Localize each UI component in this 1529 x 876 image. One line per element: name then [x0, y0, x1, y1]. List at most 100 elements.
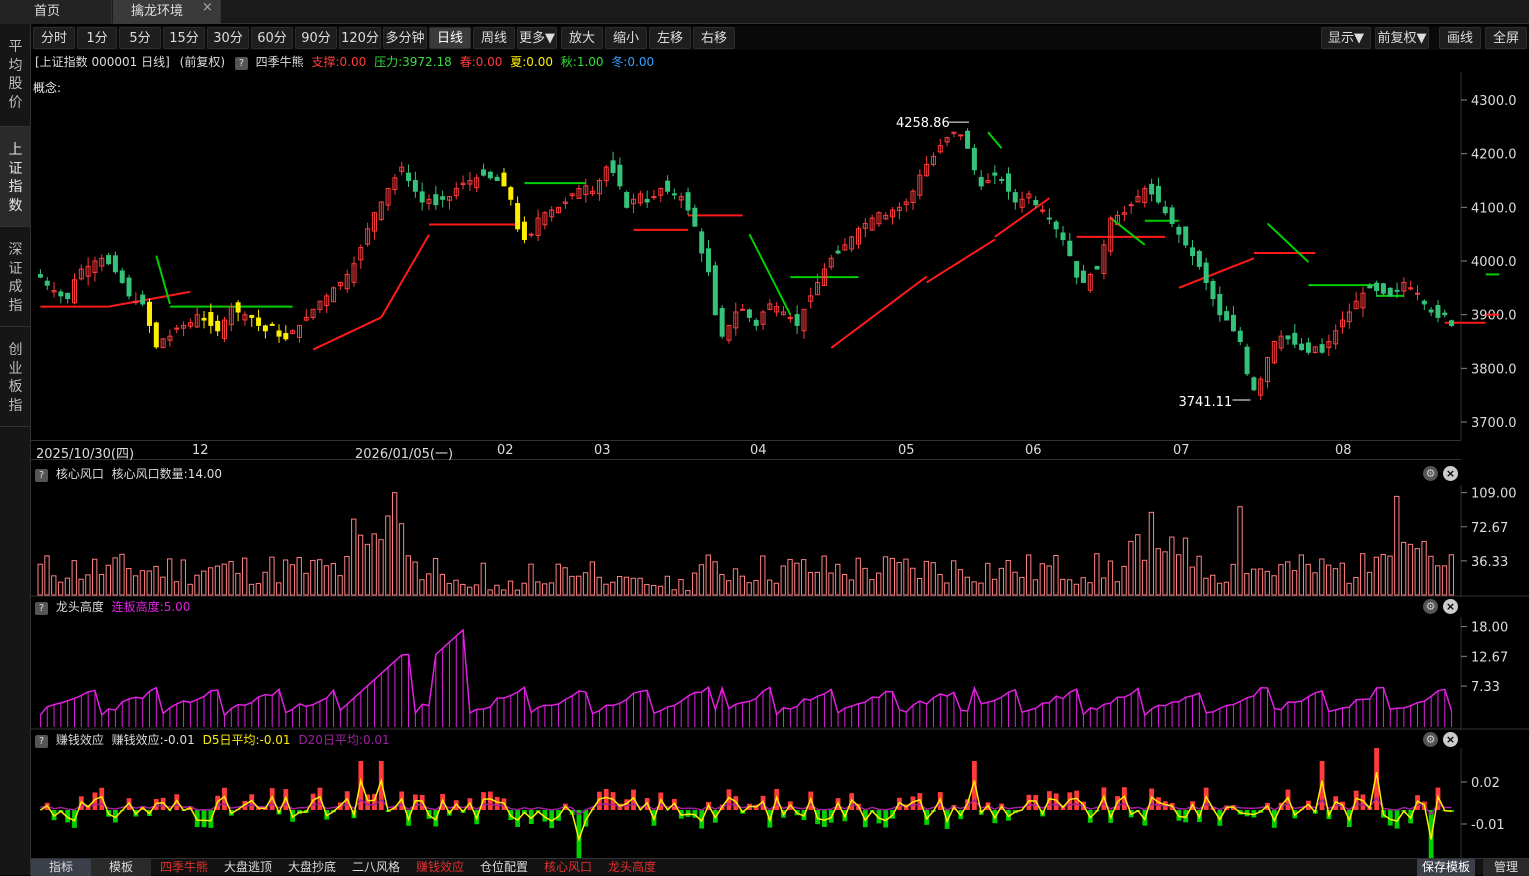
bottom-tab-indicator[interactable]: 指标	[31, 859, 91, 876]
core-wind-bar	[617, 576, 621, 595]
save-template-button[interactable]: 保存模板	[1417, 859, 1475, 876]
date-axis: 2025/10/30(四) 12 2026/01/05(一) 02 03 04 …	[31, 440, 1461, 460]
close-icon[interactable]: ×	[1443, 599, 1458, 614]
core-wind-bar	[38, 564, 42, 595]
candle-body	[1156, 186, 1160, 202]
manage-button[interactable]: 管理	[1483, 859, 1529, 876]
core-wind-bar	[1176, 555, 1180, 595]
sidebar-item-shenzhen[interactable]: 深证成指	[0, 227, 31, 327]
sidebar-item-avg-price[interactable]: 平均股价	[0, 24, 31, 127]
close-icon[interactable]: ×	[1443, 466, 1458, 481]
core-wind-bar	[583, 573, 587, 595]
help-icon[interactable]: ?	[35, 602, 48, 615]
core-wind-bar	[802, 560, 806, 595]
fullscreen-button[interactable]: 全屏	[1485, 27, 1527, 49]
money-effect-bar	[495, 797, 500, 810]
period-120min-button[interactable]: 120分	[339, 27, 381, 49]
core-wind-bar	[181, 560, 185, 595]
close-icon[interactable]: ×	[1443, 732, 1458, 747]
core-wind-bar	[1381, 554, 1385, 595]
period-weekly-button[interactable]: 周线	[473, 27, 515, 49]
display-dropdown[interactable]: 显示▼	[1321, 27, 1371, 49]
axis-tick-label: 4300.0	[1471, 94, 1517, 109]
gear-icon[interactable]: ⚙	[1423, 599, 1438, 614]
core-wind-bar	[1047, 566, 1051, 595]
core-wind-bar	[1040, 564, 1044, 595]
core-wind-bar	[1347, 583, 1351, 595]
bottom-tab-template[interactable]: 模板	[91, 859, 151, 876]
date-label: 02	[497, 443, 514, 458]
money-effect-chart[interactable]: 0.050.02-0.01	[31, 748, 1529, 858]
core-wind-bar	[45, 556, 49, 595]
candle-body	[1068, 241, 1072, 255]
draw-line-button[interactable]: 画线	[1439, 27, 1481, 49]
core-wind-bar	[86, 575, 90, 595]
core-wind-chart[interactable]: 109.0072.6736.33	[31, 485, 1529, 597]
help-icon[interactable]: ?	[35, 469, 48, 482]
core-wind-bar	[1136, 535, 1140, 595]
date-label: 2026/01/05(一)	[355, 443, 453, 462]
bottom-tab-four-seasons[interactable]: 四季牛熊	[153, 859, 215, 876]
axis-tick-label: 7.33	[1471, 680, 1500, 695]
core-wind-bar	[1395, 496, 1399, 595]
period-multimin-button[interactable]: 多分钟	[383, 27, 427, 49]
core-wind-bar	[154, 566, 158, 595]
core-wind-bar	[549, 583, 553, 595]
move-right-button[interactable]: 右移	[693, 27, 735, 49]
candle-body	[509, 188, 513, 200]
period-90min-button[interactable]: 90分	[295, 27, 337, 49]
candle-body	[672, 194, 676, 195]
core-wind-bar	[904, 559, 908, 595]
period-daily-button[interactable]: 日线	[429, 27, 471, 49]
sidebar-item-shanghai[interactable]: 上证指数	[0, 127, 31, 227]
tab-home[interactable]: 首页	[0, 0, 112, 24]
bottom-tab-money-effect[interactable]: 赚钱效应	[409, 859, 471, 876]
core-wind-bar	[563, 568, 567, 595]
panel3-d20: D20日平均:0.01	[298, 733, 389, 747]
candle-body	[959, 135, 963, 136]
candle-body	[1286, 336, 1290, 339]
gear-icon[interactable]: ⚙	[1423, 466, 1438, 481]
sidebar-item-chinext[interactable]: 创业板指	[0, 327, 31, 427]
core-wind-bar	[604, 584, 608, 595]
period-timeshare-button[interactable]: 分时	[33, 27, 75, 49]
core-wind-bar	[318, 560, 322, 595]
period-15min-button[interactable]: 15分	[163, 27, 205, 49]
core-wind-bar	[754, 581, 758, 595]
bottom-tab-position[interactable]: 仓位配置	[473, 859, 535, 876]
core-wind-bar	[992, 579, 996, 595]
core-wind-bar	[1102, 578, 1106, 595]
candle-body	[202, 318, 206, 320]
bottom-tab-dragon-height[interactable]: 龙头高度	[601, 859, 663, 876]
candle-body	[236, 303, 240, 312]
gear-icon[interactable]: ⚙	[1423, 732, 1438, 747]
adjust-dropdown[interactable]: 前复权▼	[1375, 27, 1429, 49]
period-5min-button[interactable]: 5分	[119, 27, 161, 49]
bottom-tab-style[interactable]: 二八风格	[345, 859, 407, 876]
period-30min-button[interactable]: 30分	[207, 27, 249, 49]
bottom-tab-bottom-fish[interactable]: 大盘抄底	[281, 859, 343, 876]
core-wind-bar	[1231, 564, 1235, 595]
move-left-button[interactable]: 左移	[649, 27, 691, 49]
zoom-in-button[interactable]: 放大	[561, 27, 603, 49]
more-dropdown[interactable]: 更多▼	[517, 27, 557, 49]
core-wind-bar	[1272, 576, 1276, 595]
core-wind-bar	[1340, 563, 1344, 595]
core-wind-bar	[1422, 541, 1426, 595]
bottom-tab-core-wind[interactable]: 核心风口	[537, 859, 599, 876]
core-wind-bar	[379, 540, 383, 595]
dragon-height-chart[interactable]: 18.0012.677.33	[31, 617, 1529, 730]
bottom-tab-escape-top[interactable]: 大盘逃顶	[217, 859, 279, 876]
period-60min-button[interactable]: 60分	[251, 27, 293, 49]
core-wind-bar	[1429, 556, 1433, 595]
core-wind-bar	[808, 573, 812, 595]
zoom-out-button[interactable]: 缩小	[605, 27, 647, 49]
core-wind-bar	[1095, 554, 1099, 595]
help-icon[interactable]: ?	[235, 57, 248, 70]
close-icon[interactable]: ×	[202, 0, 213, 15]
candlestick-chart[interactable]: 4300.04200.04100.04000.03900.03800.03700…	[31, 72, 1529, 440]
help-icon[interactable]: ?	[35, 735, 48, 748]
candle-body	[263, 326, 267, 331]
period-1min-button[interactable]: 1分	[77, 27, 117, 49]
candle-body	[1013, 193, 1017, 202]
